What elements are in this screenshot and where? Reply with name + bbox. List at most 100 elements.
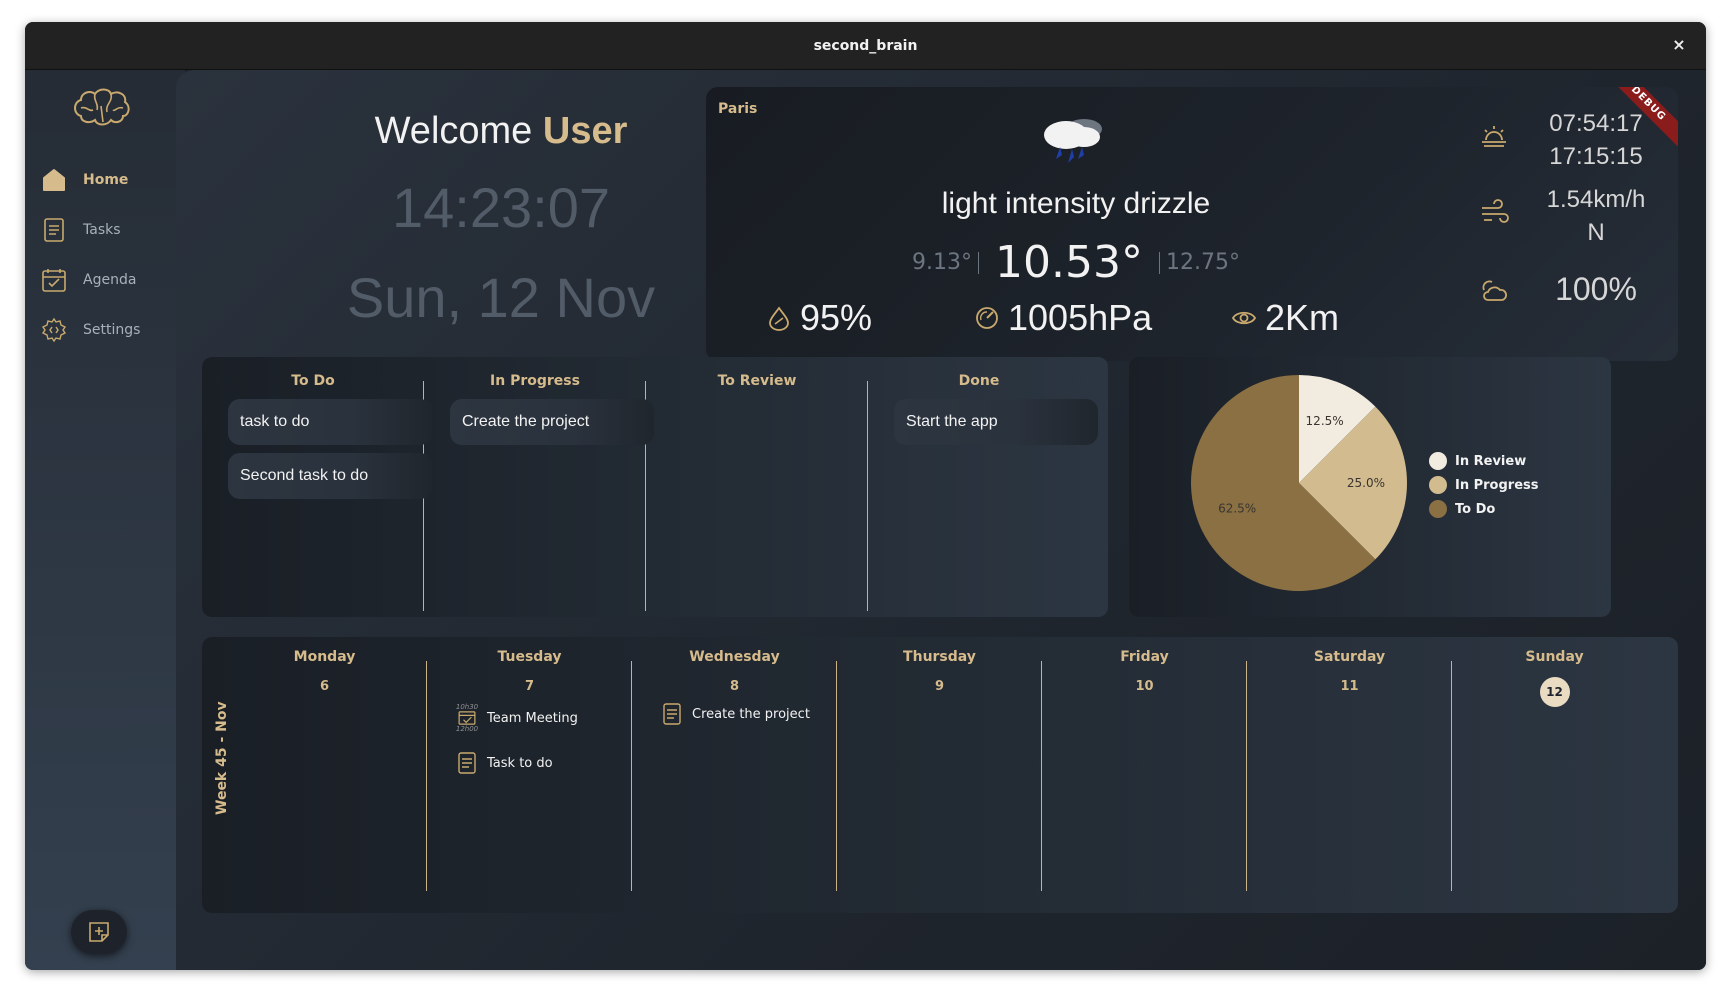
calendar-check-icon: 10h30 12h00 xyxy=(455,703,479,733)
clock: 14:23:07 xyxy=(392,176,610,239)
day-column-sunday[interactable]: Sunday 12 xyxy=(1452,637,1657,913)
sidebar-item-label: Agenda xyxy=(83,272,137,288)
agenda-event[interactable]: Task to do xyxy=(455,748,553,778)
sunset-time: 17:15:15 xyxy=(1549,143,1643,170)
today-badge: 12 xyxy=(1539,677,1570,707)
day-number: 7 xyxy=(524,679,535,694)
sidebar-item-home[interactable]: Home xyxy=(41,162,171,198)
chart-legend: In Review In Progress To Do xyxy=(1429,452,1539,524)
legend-label: In Progress xyxy=(1455,477,1539,493)
day-name: Thursday xyxy=(903,649,976,665)
home-icon xyxy=(41,167,67,193)
close-icon[interactable]: × xyxy=(1668,34,1690,56)
sunrise-icon xyxy=(1482,126,1506,147)
day-column-saturday[interactable]: Saturday 11 xyxy=(1247,637,1452,913)
legend-item: In Review xyxy=(1429,452,1539,470)
task-note-icon xyxy=(660,699,684,729)
temp-separator xyxy=(978,251,980,274)
temp-max: 12.75° xyxy=(1165,250,1240,275)
task-card[interactable]: Create the project xyxy=(450,399,654,445)
cloud-coverage: 100% xyxy=(1555,271,1637,307)
temp-current: 10.53° xyxy=(995,237,1143,288)
eye-icon xyxy=(1231,311,1257,325)
visibility-value: 2Km xyxy=(1265,297,1340,338)
visibility-stat: 2Km xyxy=(1231,297,1339,339)
weather-city: Paris xyxy=(718,101,758,117)
pie-data-label: 62.5% xyxy=(1218,502,1256,516)
kanban-column-to-review: To Review xyxy=(646,357,868,617)
day-name: Saturday xyxy=(1313,649,1386,665)
day-column-thursday[interactable]: Thursday 9 xyxy=(837,637,1042,913)
day-name: Friday xyxy=(1120,649,1169,665)
sun-times: 07:54:17 17:15:15 xyxy=(1536,107,1656,173)
column-header: To Do xyxy=(291,373,335,389)
add-note-button[interactable] xyxy=(71,910,127,954)
wind-direction: N xyxy=(1587,219,1605,246)
day-column-monday[interactable]: Monday 6 xyxy=(222,637,427,913)
legend-item: In Progress xyxy=(1429,476,1539,494)
pressure-gauge-icon xyxy=(976,307,998,329)
event-title: Team Meeting xyxy=(487,710,578,726)
task-card[interactable]: Start the app xyxy=(894,399,1098,445)
agenda-icon xyxy=(41,267,67,293)
day-number: 8 xyxy=(729,679,740,694)
wind-speed: 1.54km/h xyxy=(1546,186,1646,213)
column-header: Done xyxy=(958,373,1000,389)
weekly-agenda: Week 45 - Nov Monday 6 Tuesday 7 10h30 1… xyxy=(202,637,1678,913)
task-card[interactable]: Second task to do xyxy=(228,453,432,499)
day-column-friday[interactable]: Friday 10 xyxy=(1042,637,1247,913)
drizzle-cloud-icon xyxy=(1044,119,1102,163)
pie-data-label: 25.0% xyxy=(1347,476,1385,490)
pie-data-label: 12.5% xyxy=(1306,414,1344,428)
day-name: Sunday xyxy=(1525,649,1584,665)
agenda-event[interactable]: Create the project xyxy=(660,699,810,729)
kanban-column-todo: To Do task to do Second task to do xyxy=(202,357,432,617)
pressure-value: 1005hPa xyxy=(1008,297,1153,338)
welcome-heading: Welcome User xyxy=(296,110,706,153)
task-card[interactable]: task to do xyxy=(228,399,432,445)
legend-label: In Review xyxy=(1455,453,1527,469)
cloud-sun-icon xyxy=(1482,280,1507,301)
sidebar-item-agenda[interactable]: Agenda xyxy=(41,262,171,298)
kanban-column-in-progress: In Progress Create the project xyxy=(424,357,654,617)
settings-icon xyxy=(41,317,67,343)
weather-description: light intensity drizzle xyxy=(941,187,1211,220)
main-content: Welcome User 14:23:07 Sun, 12 Nov Paris … xyxy=(176,70,1706,970)
day-column-tuesday[interactable]: Tuesday 7 10h30 12h00 Team Meeting Task … xyxy=(427,637,632,913)
legend-swatch xyxy=(1429,452,1447,470)
event-start: 10h30 xyxy=(455,703,479,711)
wind-icon xyxy=(1482,199,1509,223)
agenda-event[interactable]: 10h30 12h00 Team Meeting xyxy=(455,703,578,733)
wind-info: 1.54km/h N xyxy=(1536,183,1656,249)
brain-icon xyxy=(74,88,130,126)
tasks-icon xyxy=(41,217,67,243)
window-title: second_brain xyxy=(813,37,918,54)
day-name: Tuesday xyxy=(497,649,562,665)
sidebar-item-settings[interactable]: Settings xyxy=(41,312,171,348)
app-window: second_brain × Home Tasks Agenda Setting… xyxy=(25,22,1706,970)
pie-chart: 12.5% 25.0% 62.5% xyxy=(1191,375,1407,591)
pressure-stat: 1005hPa xyxy=(974,297,1152,339)
day-number: 9 xyxy=(934,679,945,694)
task-status-chart: 12.5% 25.0% 62.5% In Review In Progress To… xyxy=(1129,357,1611,617)
event-title: Create the project xyxy=(692,706,810,722)
humidity-stat: 95% xyxy=(766,297,872,339)
day-number: 11 xyxy=(1340,679,1359,694)
sidebar-item-label: Settings xyxy=(83,322,141,338)
sunrise-time: 07:54:17 xyxy=(1549,110,1643,137)
day-number: 10 xyxy=(1135,679,1154,694)
legend-item: To Do xyxy=(1429,500,1539,518)
temp-min: 9.13° xyxy=(912,250,973,275)
add-note-icon xyxy=(89,922,109,942)
column-header: To Review xyxy=(717,373,797,389)
kanban-board: To Do task to do Second task to do In Pr… xyxy=(202,357,1108,617)
sidebar-item-tasks[interactable]: Tasks xyxy=(41,212,171,248)
sidebar-item-label: Home xyxy=(83,172,129,188)
legend-swatch xyxy=(1429,476,1447,494)
weather-card: Paris light intensity drizzle 9.13° 10.5… xyxy=(706,87,1678,361)
sidebar-item-label: Tasks xyxy=(83,222,121,238)
day-number: 6 xyxy=(319,679,330,694)
user-name: User xyxy=(542,110,628,152)
event-end: 12h00 xyxy=(455,725,479,733)
day-column-wednesday[interactable]: Wednesday 8 Create the project xyxy=(632,637,837,913)
